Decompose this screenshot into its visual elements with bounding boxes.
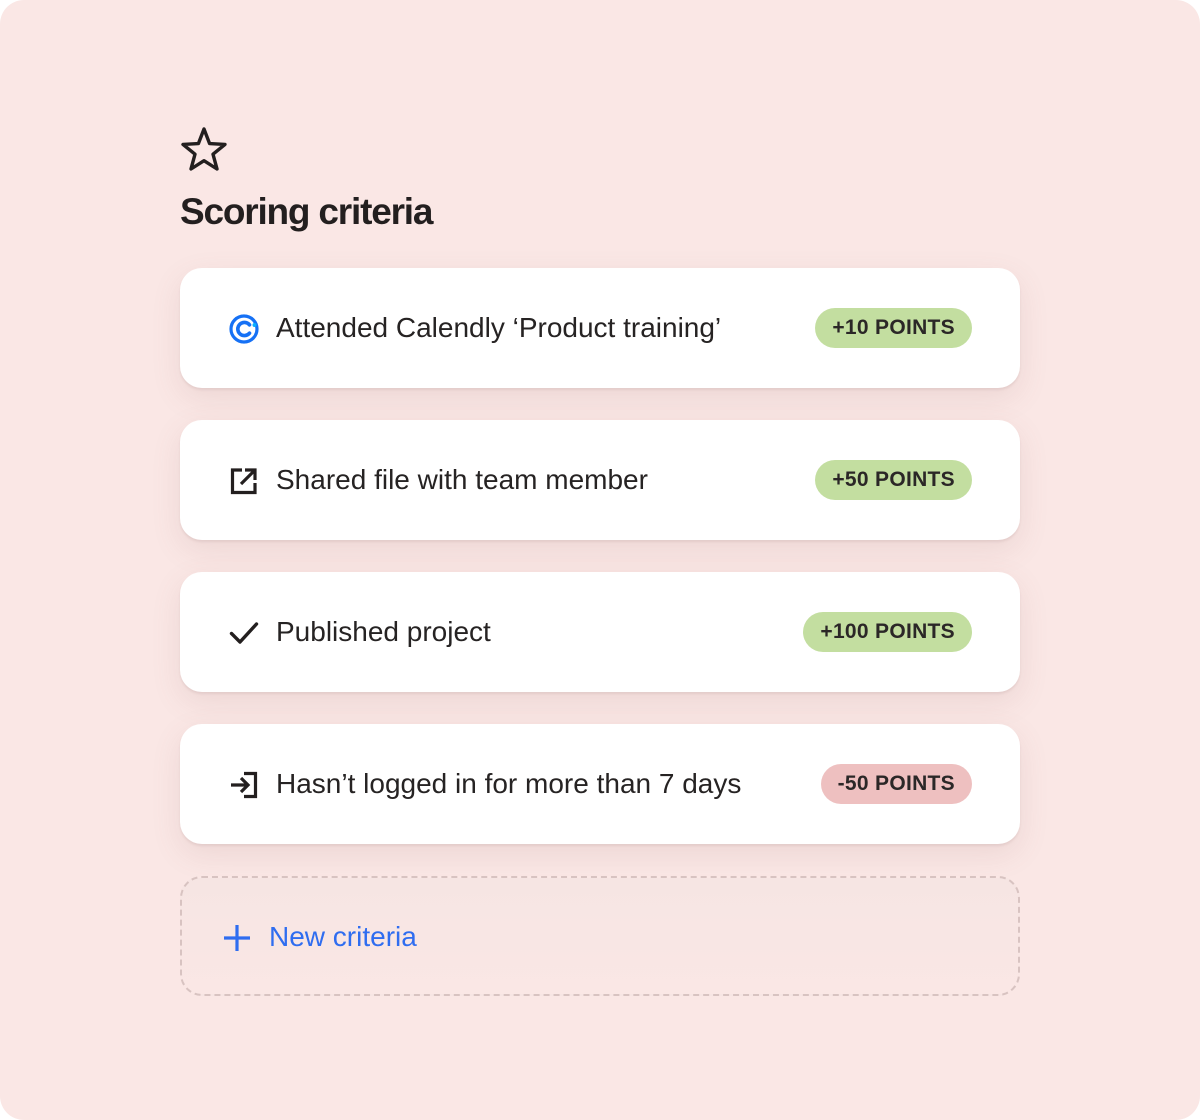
scoring-criteria-panel: Scoring criteria Attended Calendly ‘Prod… [0, 0, 1200, 1120]
new-criteria-label: New criteria [269, 921, 417, 952]
share-external-icon [230, 468, 257, 495]
criteria-card-inactive-login[interactable]: Hasn’t logged in for more than 7 days -5… [180, 724, 1020, 844]
criteria-label: Published project [276, 616, 491, 647]
criteria-card-shared-file[interactable]: Shared file with team member +50 POINTS [180, 420, 1020, 540]
checkmark-icon [229, 622, 259, 644]
star-icon [181, 127, 227, 171]
criteria-card-calendly-training[interactable]: Attended Calendly ‘Product training’ +10… [180, 268, 1020, 388]
criteria-label: Hasn’t logged in for more than 7 days [276, 768, 742, 799]
points-badge: +100 POINTS [803, 612, 972, 652]
points-badge: -50 POINTS [820, 764, 972, 804]
section-title: Scoring criteria [180, 191, 433, 232]
criteria-label: Attended Calendly ‘Product training’ [276, 312, 722, 343]
criteria-card-published-project[interactable]: Published project +100 POINTS [180, 572, 1020, 692]
criteria-label: Shared file with team member [276, 464, 648, 495]
points-badge: +10 POINTS [815, 308, 972, 348]
calendly-logo-icon [229, 314, 259, 344]
new-criteria-button[interactable]: New criteria [180, 876, 1020, 996]
plus-icon [224, 925, 250, 951]
login-icon [231, 771, 258, 799]
points-badge: +50 POINTS [815, 460, 972, 500]
